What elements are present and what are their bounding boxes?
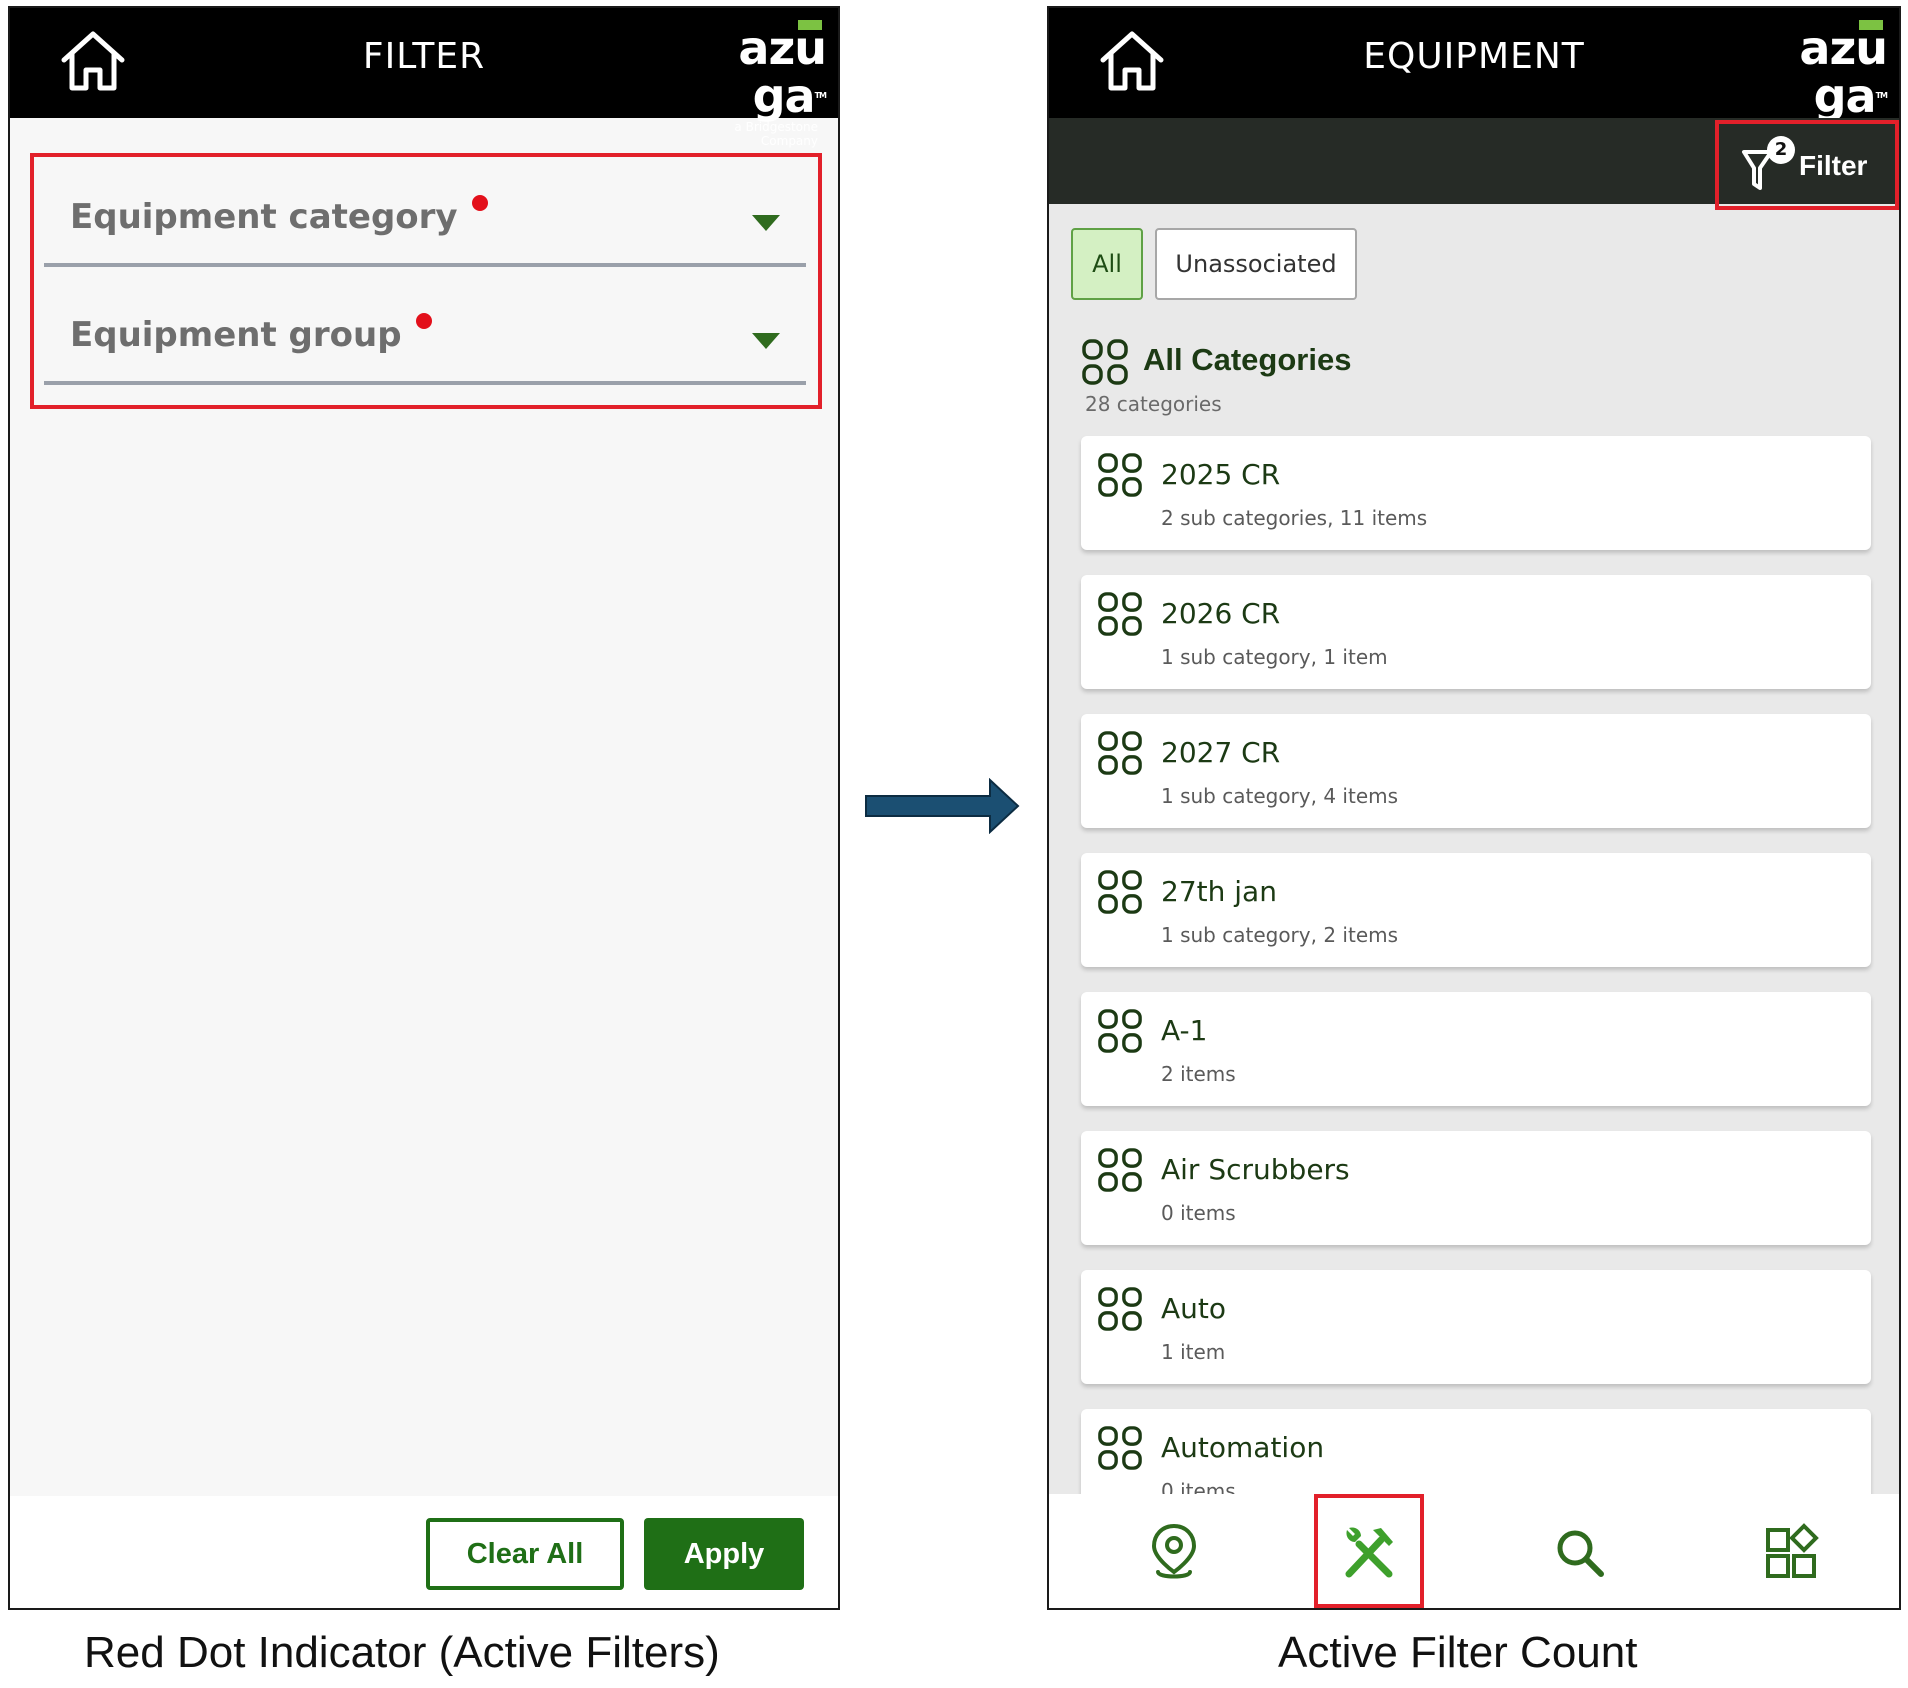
apps-icon xyxy=(1766,1523,1819,1578)
filter-screen: FILTER azugaTM a Bridgestone Company Equ… xyxy=(8,6,840,1610)
chip-all[interactable]: All xyxy=(1071,228,1143,300)
category-meta: 0 items xyxy=(1161,1201,1236,1225)
category-name: 2027 CR xyxy=(1161,736,1281,769)
filter-count-badge: 2 xyxy=(1767,136,1795,164)
bottom-nav xyxy=(1049,1494,1899,1608)
category-list: 2025 CR 2 sub categories, 11 items 2026 CR… xyxy=(1081,436,1871,1548)
category-name: Auto xyxy=(1161,1292,1227,1325)
location-pin-icon xyxy=(1151,1523,1197,1579)
grid-icon xyxy=(1098,453,1142,497)
red-dot-indicator xyxy=(415,313,432,329)
category-card[interactable]: Auto 1 item xyxy=(1081,1270,1871,1384)
dropdown-label: Equipment category xyxy=(70,197,458,237)
top-bar: EQUIPMENT azugaTM a Bridgestone Company xyxy=(1049,8,1899,148)
category-meta: 1 sub category, 1 item xyxy=(1161,645,1388,669)
all-categories-label: All Categories xyxy=(1143,342,1352,377)
grid-icon xyxy=(1098,731,1142,775)
filter-button[interactable]: 2 Filter xyxy=(1715,120,1899,210)
chevron-down-icon xyxy=(752,215,780,231)
nav-apps[interactable] xyxy=(1737,1494,1847,1608)
category-meta: 2 items xyxy=(1161,1062,1236,1086)
right-caption: Active Filter Count xyxy=(1278,1628,1638,1677)
category-name: Air Scrubbers xyxy=(1161,1153,1350,1186)
apply-button[interactable]: Apply xyxy=(644,1518,804,1590)
category-meta: 1 sub category, 2 items xyxy=(1161,923,1399,947)
grid-icon xyxy=(1098,1148,1142,1192)
top-bar: FILTER azugaTM a Bridgestone Company xyxy=(10,8,838,148)
category-name: 2026 CR xyxy=(1161,597,1281,630)
arrow-right-icon xyxy=(865,778,1020,834)
grid-icon xyxy=(1098,1009,1142,1053)
dropdown-label: Equipment group xyxy=(70,315,402,355)
grid-icon xyxy=(1098,1287,1142,1331)
nav-location[interactable] xyxy=(1119,1494,1229,1608)
chevron-down-icon xyxy=(752,333,780,349)
category-name: Automation xyxy=(1161,1431,1325,1464)
active-filters-highlight: Equipment category Equipment group xyxy=(30,153,822,409)
search-icon xyxy=(1557,1530,1604,1577)
equipment-group-dropdown[interactable]: Equipment group xyxy=(44,275,806,385)
nav-search[interactable] xyxy=(1524,1494,1634,1608)
grid-icon xyxy=(1098,592,1142,636)
category-name: 27th jan xyxy=(1161,875,1277,908)
nav-equipment[interactable] xyxy=(1314,1494,1424,1608)
category-card[interactable]: Air Scrubbers 0 items xyxy=(1081,1131,1871,1245)
category-card[interactable]: 2026 CR 1 sub category, 1 item xyxy=(1081,575,1871,689)
categories-count: 28 categories xyxy=(1085,392,1222,416)
category-name: 2025 CR xyxy=(1161,458,1281,491)
filter-toolbar: 2 Filter xyxy=(1049,118,1899,210)
category-card[interactable]: 2027 CR 1 sub category, 4 items xyxy=(1081,714,1871,828)
clear-all-button[interactable]: Clear All xyxy=(426,1518,624,1590)
left-caption: Red Dot Indicator (Active Filters) xyxy=(84,1628,720,1677)
category-card[interactable]: A-1 2 items xyxy=(1081,992,1871,1106)
grid-icon xyxy=(1098,1426,1142,1470)
category-meta: 1 sub category, 4 items xyxy=(1161,784,1399,808)
category-card[interactable]: 27th jan 1 sub category, 2 items xyxy=(1081,853,1871,967)
grid-icon xyxy=(1098,870,1142,914)
chip-unassociated[interactable]: Unassociated xyxy=(1155,228,1357,300)
category-card[interactable]: 2025 CR 2 sub categories, 11 items xyxy=(1081,436,1871,550)
filter-label: Filter xyxy=(1799,150,1868,181)
filter-actions: Clear All Apply xyxy=(10,1496,838,1608)
category-meta: 2 sub categories, 11 items xyxy=(1161,506,1428,530)
category-meta: 1 item xyxy=(1161,1340,1226,1364)
category-name: A-1 xyxy=(1161,1014,1208,1047)
tools-icon xyxy=(1345,1527,1393,1578)
equipment-category-dropdown[interactable]: Equipment category xyxy=(44,157,806,267)
azuga-logo: azugaTM a Bridgestone Company xyxy=(734,20,827,148)
red-dot-indicator xyxy=(471,195,488,211)
grid-icon xyxy=(1082,339,1128,385)
equipment-screen: EQUIPMENT azugaTM a Bridgestone Company … xyxy=(1047,6,1901,1610)
